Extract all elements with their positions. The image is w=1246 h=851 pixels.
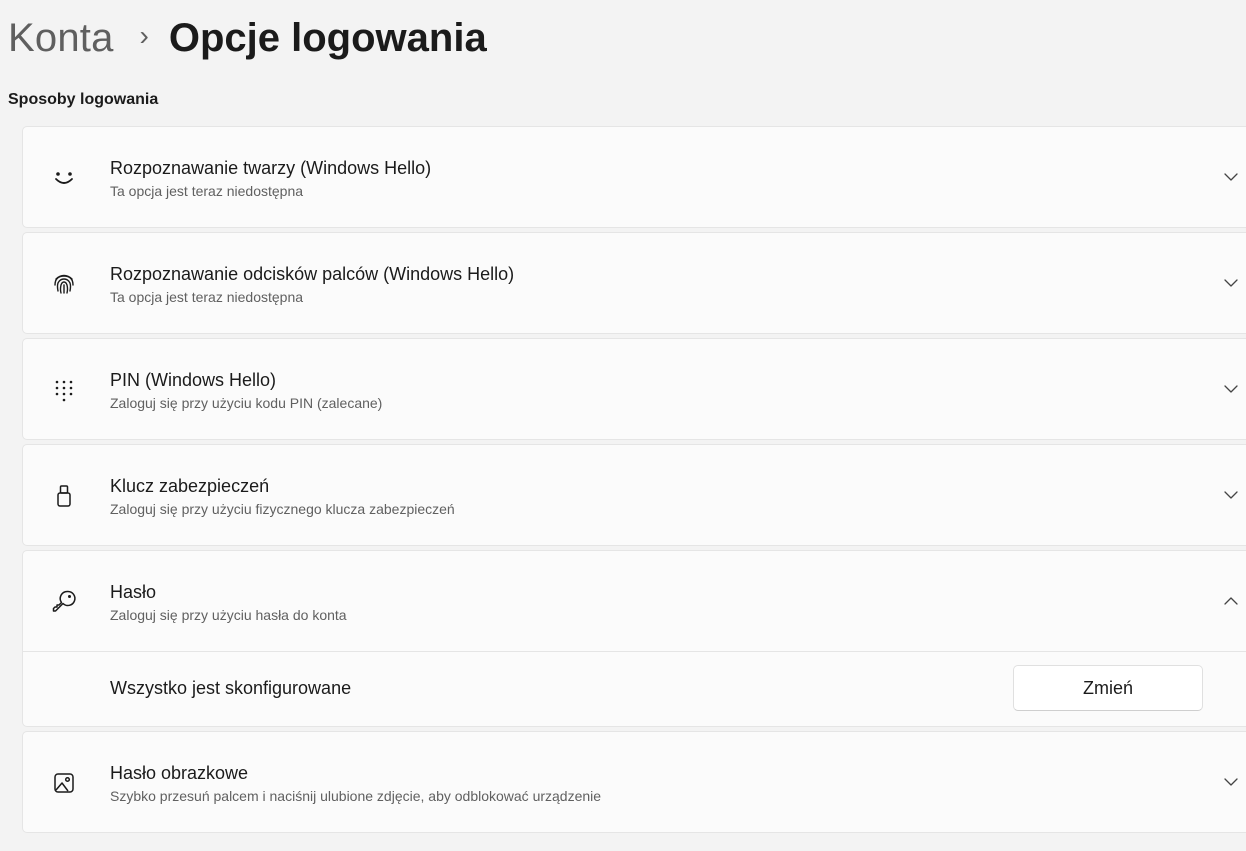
card-header[interactable]: Rozpoznawanie odcisków palców (Windows H…	[23, 233, 1246, 333]
sign-in-option-pin: PIN (Windows Hello) Zaloguj się przy uży…	[22, 338, 1246, 440]
breadcrumb: Konta › Opcje logowania	[8, 8, 487, 68]
face-icon	[47, 161, 81, 195]
sign-in-option-security-key: Klucz zabezpieczeń Zaloguj się przy użyc…	[22, 444, 1246, 546]
option-title: Hasło obrazkowe	[110, 763, 249, 783]
key-icon	[47, 585, 81, 619]
option-description: Zaloguj się przy użyciu kodu PIN (zaleca…	[110, 395, 383, 411]
sign-in-option-password: Hasło Zaloguj się przy użyciu hasła do k…	[22, 550, 1246, 727]
option-title: Rozpoznawanie odcisków palców (Windows H…	[110, 264, 515, 284]
card-header[interactable]: Rozpoznawanie twarzy (Windows Hello) Ta …	[23, 127, 1246, 227]
option-title: PIN (Windows Hello)	[110, 370, 277, 390]
change-password-button[interactable]: Zmień	[1013, 665, 1203, 711]
pin-keypad-icon	[47, 373, 81, 407]
sign-in-option-fingerprint: Rozpoznawanie odcisków palców (Windows H…	[22, 232, 1246, 334]
chevron-down-icon[interactable]	[1221, 273, 1241, 293]
sign-in-option-face: Rozpoznawanie twarzy (Windows Hello) Ta …	[22, 126, 1246, 228]
password-status-text: Wszystko jest skonfigurowane	[110, 678, 352, 698]
option-description: Szybko przesuń palcem i naciśnij ulubion…	[110, 788, 602, 804]
option-description: Ta opcja jest teraz niedostępna	[110, 183, 304, 199]
card-header[interactable]: Klucz zabezpieczeń Zaloguj się przy użyc…	[23, 445, 1246, 545]
picture-icon	[47, 766, 81, 800]
card-header[interactable]: Hasło obrazkowe Szybko przesuń palcem i …	[23, 732, 1246, 832]
chevron-down-icon[interactable]	[1221, 167, 1241, 187]
breadcrumb-parent-link[interactable]: Konta	[8, 16, 114, 61]
page-title: Opcje logowania	[168, 15, 487, 60]
chevron-up-icon[interactable]	[1221, 591, 1241, 611]
option-description: Ta opcja jest teraz niedostępna	[110, 289, 304, 305]
card-header[interactable]: Hasło Zaloguj się przy użyciu hasła do k…	[23, 551, 1246, 651]
card-header[interactable]: PIN (Windows Hello) Zaloguj się przy uży…	[23, 339, 1246, 439]
option-title: Rozpoznawanie twarzy (Windows Hello)	[110, 158, 432, 178]
fingerprint-icon	[47, 267, 81, 301]
option-title: Klucz zabezpieczeń	[110, 476, 270, 496]
option-description: Zaloguj się przy użyciu hasła do konta	[110, 607, 347, 623]
option-description: Zaloguj się przy użyciu fizycznego klucz…	[110, 501, 455, 517]
security-key-icon	[47, 479, 81, 513]
chevron-down-icon[interactable]	[1221, 772, 1241, 792]
breadcrumb-separator: ›	[139, 20, 149, 51]
sign-in-option-picture-password: Hasło obrazkowe Szybko przesuń palcem i …	[22, 731, 1246, 833]
option-title: Hasło	[110, 582, 157, 602]
chevron-down-icon[interactable]	[1221, 485, 1241, 505]
password-details-row: Wszystko jest skonfigurowane Zmień	[23, 651, 1246, 726]
section-title: Sposoby logowania	[8, 91, 159, 108]
chevron-down-icon[interactable]	[1221, 379, 1241, 399]
